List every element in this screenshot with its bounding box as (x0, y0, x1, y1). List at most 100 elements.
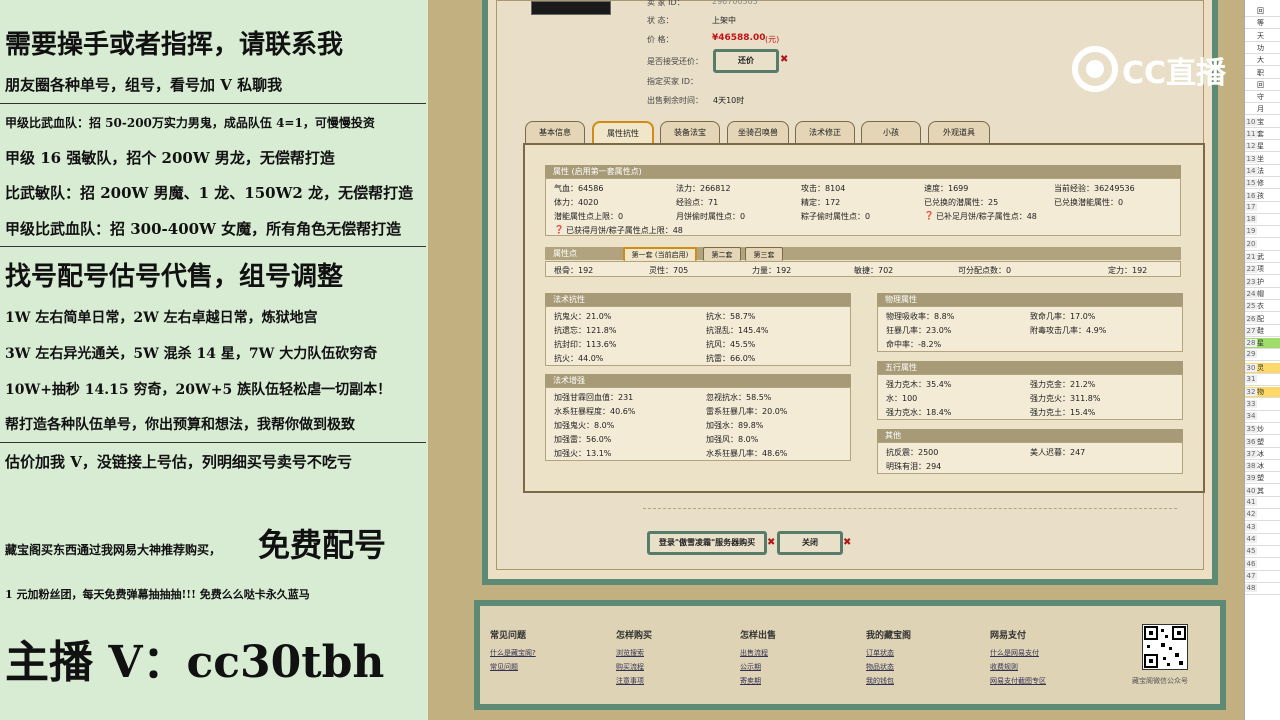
spreadsheet-row[interactable]: 月 (1245, 104, 1280, 116)
footer-col-title: 常见问题 (490, 631, 527, 641)
tab-appearance[interactable]: 外观道具 (928, 121, 990, 143)
spreadsheet-row[interactable]: 26 配 (1245, 314, 1280, 325)
spreadsheet-row[interactable]: 41 (1245, 498, 1280, 509)
res-item: 抗风：45.5% (706, 340, 756, 349)
spreadsheet-row[interactable]: 35 炒 (1245, 424, 1280, 436)
footer-link[interactable]: 注意事项 (616, 676, 644, 686)
spreadsheet-row[interactable]: 27 鞋 (1245, 326, 1280, 337)
spreadsheet-row[interactable]: 38 冰 (1245, 461, 1280, 473)
spreadsheet-row[interactable]: 24 帽 (1245, 289, 1280, 300)
spreadsheet-row[interactable]: 功 (1245, 43, 1280, 54)
close-button[interactable]: 关闭 (777, 531, 843, 555)
tab-mounts-pets[interactable]: 坐骑召唤兽 (727, 121, 789, 143)
tab-equipment[interactable]: 装备法宝 (660, 121, 720, 143)
spreadsheet-row[interactable]: 14 法 (1245, 166, 1280, 177)
spreadsheet-row[interactable]: 25 衣 (1245, 301, 1280, 313)
spreadsheet-row[interactable]: 28 星 (1245, 338, 1280, 350)
spreadsheet-row[interactable]: 等 (1245, 18, 1280, 30)
spreadsheet-strip: 回等天功大职回守月 10 宝 11 套 12 星 13 坐 14 法 15 修 16 孩 17 18 19 20 21… (1244, 0, 1280, 720)
footer-link[interactable]: 什么是藏宝阁? (490, 648, 536, 658)
spreadsheet-row[interactable]: 19 (1245, 227, 1280, 239)
footer-link[interactable]: 物品状态 (866, 662, 894, 672)
spreadsheet-row[interactable]: 回 (1245, 80, 1280, 91)
spreadsheet-row[interactable]: 16 孩 (1245, 191, 1280, 202)
cell-text: 项 (1257, 265, 1264, 274)
boost-item: 雷系狂暴几率：20.0% (706, 407, 788, 416)
spreadsheet-row[interactable]: 40 其 (1245, 486, 1280, 497)
time-left-value: 4天10时 (713, 96, 745, 105)
spreadsheet-row[interactable]: 44 (1245, 534, 1280, 546)
spreadsheet-row[interactable]: 13 坐 (1245, 154, 1280, 165)
row-number: 41 (1245, 498, 1257, 506)
cell-text: 回 (1257, 80, 1264, 89)
spreadsheet-row[interactable]: 33 (1245, 399, 1280, 411)
spreadsheet-row[interactable]: 大 (1245, 55, 1280, 67)
price-label: 价 格： (647, 35, 674, 44)
cell-text: 其 (1257, 486, 1264, 495)
footer-link[interactable]: 出售流程 (740, 648, 768, 658)
spreadsheet-row[interactable]: 职 (1245, 68, 1280, 79)
spreadsheet-row[interactable]: 45 (1245, 547, 1280, 559)
spreadsheet-row[interactable]: 29 (1245, 350, 1280, 362)
buy-on-server-button[interactable]: 登录"傲雪凌霜"服务器购买 (647, 531, 767, 555)
tab-attributes-resist[interactable]: 属性抗性 (592, 121, 654, 143)
tab-points-set-1[interactable]: 第一套 (当前启用) (623, 247, 697, 261)
spreadsheet-row[interactable]: 31 (1245, 375, 1280, 386)
spreadsheet-row[interactable]: 42 (1245, 510, 1280, 522)
five-item: 水：100 (886, 394, 918, 403)
spreadsheet-row[interactable]: 10 宝 (1245, 117, 1280, 128)
overlay-contact: 主播 V：cc30tbh (5, 637, 385, 688)
tab-points-set-3[interactable]: 第三套 (745, 247, 783, 261)
spreadsheet-row[interactable]: 22 项 (1245, 264, 1280, 276)
tab-basic-info[interactable]: 基本信息 (525, 121, 585, 143)
spreadsheet-row[interactable]: 天 (1245, 31, 1280, 42)
spreadsheet-row[interactable]: 守 (1245, 92, 1280, 104)
footer-link[interactable]: 我的钱包 (866, 676, 894, 686)
spreadsheet-row[interactable]: 11 套 (1245, 129, 1280, 140)
footer-link[interactable]: 浏览搜索 (616, 648, 644, 658)
spreadsheet-row[interactable]: 37 冰 (1245, 449, 1280, 460)
spreadsheet-row[interactable]: 39 塑 (1245, 473, 1280, 485)
spreadsheet-row[interactable]: 23 护 (1245, 277, 1280, 288)
row-number: 18 (1245, 215, 1257, 224)
spreadsheet-row[interactable]: 36 塑 (1245, 437, 1280, 448)
spreadsheet-row[interactable]: 17 (1245, 202, 1280, 214)
spreadsheet-row[interactable]: 12 星 (1245, 141, 1280, 153)
row-number: 34 (1245, 411, 1257, 420)
spreadsheet-row[interactable]: 21 武 (1245, 252, 1280, 263)
other-box: 抗反震：2500 美人迟暮：247 明珠有泪：294 (877, 442, 1183, 474)
footer-link[interactable]: 网易支付截图专区 (990, 676, 1046, 686)
spreadsheet-row[interactable]: 47 (1245, 571, 1280, 583)
footer-link[interactable]: 公示期 (740, 662, 761, 672)
spreadsheet-row[interactable]: 30 灵 (1245, 362, 1280, 374)
tab-spell-mod[interactable]: 法术修正 (795, 121, 855, 143)
phys-header: 物理属性 (877, 293, 1183, 306)
counter-offer-button[interactable]: 还价 (713, 49, 779, 73)
attr-item: 潜能属性点上限：0 (554, 212, 624, 221)
res-item: 抗火：44.0% (554, 354, 604, 363)
spreadsheet-row[interactable]: 43 (1245, 522, 1280, 534)
tab-points-set-2[interactable]: 第二套 (703, 247, 741, 261)
footer-col-title: 我的藏宝阁 (866, 631, 912, 641)
close-x-icon: ✖ (780, 54, 789, 65)
spreadsheet-row[interactable]: 48 (1245, 584, 1280, 596)
footer-link[interactable]: 收费规则 (990, 662, 1018, 672)
spreadsheet-row[interactable]: 32 物 (1245, 387, 1280, 399)
points-item: 灵性：705 (649, 266, 689, 275)
five-item: 强力克水：18.4% (886, 408, 952, 417)
cell-text: 星 (1257, 339, 1264, 348)
spreadsheet-row[interactable]: 46 (1245, 559, 1280, 571)
spreadsheet-row[interactable]: 18 (1245, 215, 1280, 227)
spreadsheet-row[interactable]: 15 修 (1245, 178, 1280, 190)
footer-link[interactable]: 寄卖期 (740, 676, 761, 686)
footer-link[interactable]: 常见问题 (490, 662, 518, 672)
footer-link[interactable]: 购买流程 (616, 662, 644, 672)
spreadsheet-row[interactable]: 回 (1245, 6, 1280, 17)
footer-link[interactable]: 什么是网易支付 (990, 648, 1039, 658)
row-number: 26 (1245, 314, 1257, 323)
spreadsheet-row[interactable]: 34 (1245, 411, 1280, 423)
spreadsheet-row[interactable]: 20 (1245, 239, 1280, 251)
tab-child[interactable]: 小孩 (861, 121, 921, 143)
boost-item: 水系狂暴程度：40.6% (554, 407, 636, 416)
footer-link[interactable]: 订单状态 (866, 648, 894, 658)
